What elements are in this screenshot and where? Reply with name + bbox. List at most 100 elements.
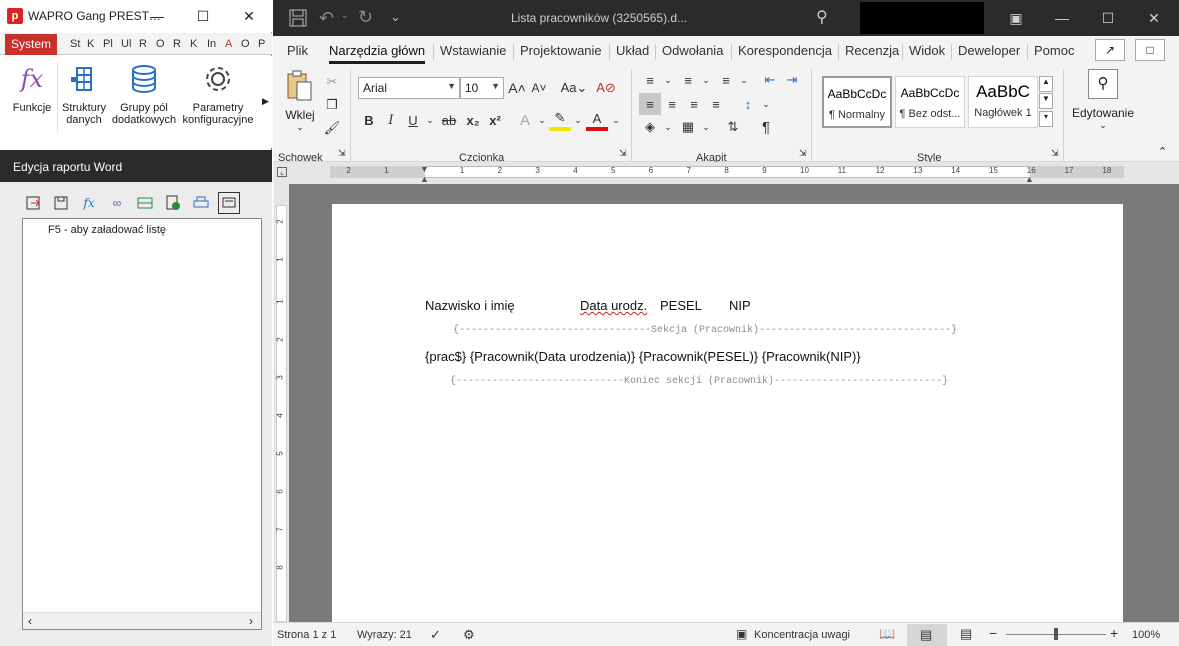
zoom-level[interactable]: 100%	[1132, 629, 1160, 641]
hanging-indent-marker[interactable]: ▲	[420, 174, 429, 184]
zoom-in-icon[interactable]: +	[1110, 625, 1118, 641]
subscript-icon[interactable]: x₂	[462, 109, 484, 131]
tab-st[interactable]: St	[70, 38, 80, 50]
focus-icon[interactable]: ▣	[736, 627, 747, 641]
document-page[interactable]: Nazwisko i imię Data urodz. PESEL NIP {-…	[332, 204, 1123, 622]
tab-pl[interactable]: Pl	[103, 38, 113, 50]
decrease-indent-icon[interactable]: ⇤	[759, 69, 781, 91]
search-icon[interactable]: ⚲	[816, 7, 828, 27]
styles-launcher-icon[interactable]: ⇲	[1051, 148, 1059, 159]
tab-system[interactable]: System	[5, 34, 57, 55]
fx-icon[interactable]: fx	[78, 192, 100, 214]
tab-deweloper[interactable]: Deweloper	[958, 43, 1020, 58]
borders-dropdown-icon[interactable]: ⌄	[695, 116, 717, 138]
paragraph-launcher-icon[interactable]: ⇲	[799, 148, 807, 159]
editing-button[interactable]: ⚲ Edytowanie ⌄	[1069, 69, 1137, 141]
shrink-font-icon[interactable]: A˅	[528, 77, 550, 99]
zoom-out-icon[interactable]: −	[989, 625, 997, 641]
style-normal[interactable]: AaBbCcDc ¶ Normalny	[822, 76, 892, 128]
word-count[interactable]: Wyrazy: 21	[357, 629, 412, 641]
tab-uklad[interactable]: Układ	[616, 43, 649, 58]
tab-ul[interactable]: Ul	[121, 38, 131, 50]
format-painter-icon[interactable]: 🖌	[321, 117, 343, 139]
tab-wstawianie[interactable]: Wstawianie	[440, 43, 506, 58]
field-groups-button[interactable]: Grupy pól dodatkowych	[110, 62, 178, 126]
font-size-combo[interactable]: 10 ▼	[460, 77, 504, 99]
scroll-left-icon[interactable]: ‹	[28, 614, 32, 628]
styles-scroll-down-icon[interactable]: ▼	[1039, 93, 1053, 109]
change-case-icon[interactable]: Aa⌄	[559, 77, 589, 99]
web-layout-icon[interactable]: ▤	[960, 626, 972, 642]
font-launcher-icon[interactable]: ⇲	[619, 148, 627, 159]
align-right-icon[interactable]: ≡	[683, 93, 705, 115]
shading-dropdown-icon[interactable]: ⌄	[657, 116, 679, 138]
styles-scroll-up-icon[interactable]: ▲	[1039, 76, 1053, 92]
style-no-spacing[interactable]: AaBbCcDc ¶ Bez odst...	[895, 76, 965, 128]
paste-dropdown-icon[interactable]: ⌄	[281, 122, 319, 133]
superscript-icon[interactable]: x²	[484, 109, 506, 131]
font-color-dropdown-icon[interactable]: ⌄	[605, 109, 627, 131]
read-mode-icon[interactable]: 📖	[879, 626, 895, 642]
collapse-ribbon-icon[interactable]: ⌃	[1158, 145, 1167, 158]
right-indent-marker[interactable]: ▲	[1025, 174, 1034, 184]
tab-selector-icon[interactable]: ⌞	[277, 167, 287, 177]
tab-odwolania[interactable]: Odwołania	[662, 43, 723, 58]
multilevel-dropdown-icon[interactable]: ⌄	[733, 69, 755, 91]
horizontal-scrollbar[interactable]: ‹ ›	[23, 612, 261, 629]
word-close-button[interactable]: ✕	[1131, 0, 1177, 36]
align-center-icon[interactable]: ≡	[661, 93, 683, 115]
undo-dropdown-icon[interactable]: ⌄	[341, 10, 349, 21]
font-name-combo[interactable]: Arial ▼	[358, 77, 460, 99]
print-icon[interactable]	[190, 192, 212, 214]
paste-button[interactable]: Wklej ⌄	[281, 70, 319, 140]
italic-icon[interactable]: I	[380, 109, 402, 131]
save-icon[interactable]	[289, 9, 307, 30]
tab-widok[interactable]: Widok	[909, 43, 945, 58]
page-count[interactable]: Strona 1 z 1	[277, 629, 336, 641]
ribbon-display-icon[interactable]: ▣	[993, 0, 1039, 36]
strikethrough-icon[interactable]: ab	[438, 109, 460, 131]
tab-narzedzia-glowne[interactable]: Narzędzia główn	[329, 43, 426, 64]
comments-button[interactable]: □	[1135, 39, 1165, 61]
check-icon[interactable]	[162, 192, 184, 214]
ribbon-scroll-right[interactable]: ▶	[262, 96, 269, 107]
tab-o2[interactable]: O	[241, 38, 250, 50]
tab-plik[interactable]: Plik	[287, 43, 308, 58]
link-icon[interactable]: ∞	[106, 192, 128, 214]
style-heading1[interactable]: AaBbC Nagłówek 1	[968, 76, 1038, 128]
clipboard-launcher-icon[interactable]: ⇲	[338, 148, 346, 159]
sort-icon[interactable]: ⇅	[722, 116, 744, 138]
redo-icon[interactable]: ↻	[358, 7, 373, 28]
tab-p[interactable]: P	[258, 38, 265, 50]
table-icon[interactable]	[134, 192, 156, 214]
export-icon[interactable]	[22, 192, 44, 214]
tab-pomoc[interactable]: Pomoc	[1034, 43, 1074, 58]
show-formatting-icon[interactable]: ¶	[755, 116, 777, 138]
styles-more-icon[interactable]: ▾	[1039, 111, 1053, 127]
maximize-button[interactable]: ☐	[180, 0, 226, 32]
accessibility-icon[interactable]: ⚙	[463, 627, 475, 643]
tab-a[interactable]: A	[225, 38, 232, 50]
word-maximize-button[interactable]: ☐	[1085, 0, 1131, 36]
data-structures-button[interactable]: Struktury danych	[60, 62, 108, 126]
config-params-button[interactable]: Parametry konfiguracyjne	[180, 62, 256, 126]
tab-in[interactable]: In	[207, 38, 216, 50]
increase-indent-icon[interactable]: ⇥	[781, 69, 803, 91]
proofing-icon[interactable]: ✓	[430, 627, 441, 643]
functions-button[interactable]: fx Funkcje	[8, 62, 56, 114]
tab-k[interactable]: K	[87, 38, 94, 50]
preview-icon[interactable]	[218, 192, 240, 214]
focus-mode-label[interactable]: Koncentracja uwagi	[754, 629, 850, 641]
scroll-right-icon[interactable]: ›	[249, 614, 253, 628]
tab-o[interactable]: O	[156, 38, 165, 50]
tab-projektowanie[interactable]: Projektowanie	[520, 43, 602, 58]
tab-r2[interactable]: R	[173, 38, 181, 50]
minimize-button[interactable]: —	[134, 0, 180, 32]
tab-korespondencja[interactable]: Korespondencja	[738, 43, 832, 58]
share-button[interactable]: ↗	[1095, 39, 1125, 61]
first-line-indent-marker[interactable]: ▼	[420, 164, 429, 174]
word-minimize-button[interactable]: —	[1039, 0, 1085, 36]
print-layout-button[interactable]: ▤	[907, 624, 947, 646]
copy-icon[interactable]: ❐	[321, 94, 343, 116]
justify-icon[interactable]: ≡	[705, 93, 727, 115]
